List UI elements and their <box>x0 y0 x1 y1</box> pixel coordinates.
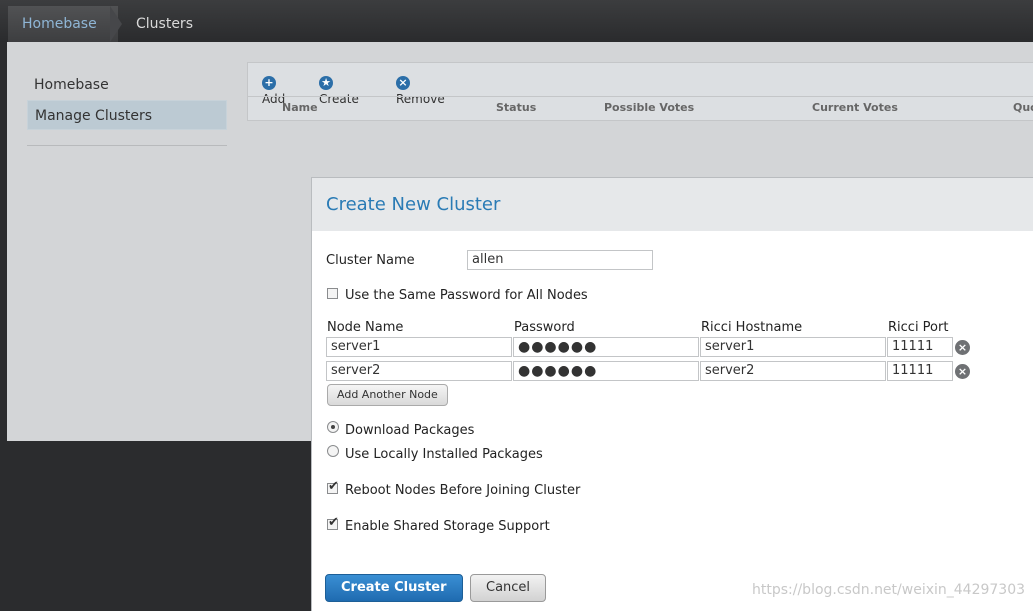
download-packages-radio[interactable] <box>327 421 339 433</box>
node2-hostname-input[interactable]: server2 <box>700 361 886 381</box>
local-packages-label: Use Locally Installed Packages <box>345 447 543 462</box>
star-icon: ★ <box>319 76 333 90</box>
node1-port-input[interactable]: 11111 <box>887 337 953 357</box>
top-bar: Homebase Clusters <box>0 0 1033 42</box>
column-current-votes[interactable]: Current Votes <box>812 97 898 119</box>
node1-hostname-input[interactable]: server1 <box>700 337 886 357</box>
shared-storage-checkbox[interactable] <box>327 515 339 530</box>
table-header: Name Status Possible Votes Current Votes… <box>248 96 1033 119</box>
create-cluster-dialog: Create New Cluster Cluster Name allen Us… <box>311 177 1033 611</box>
same-password-label: Use the Same Password for All Nodes <box>345 288 588 303</box>
ricci-hostname-header: Ricci Hostname <box>701 320 803 335</box>
reboot-nodes-label: Reboot Nodes Before Joining Cluster <box>345 483 581 498</box>
shared-storage-label: Enable Shared Storage Support <box>345 519 550 534</box>
node1-name-input[interactable]: server1 <box>326 337 512 357</box>
ricci-port-header: Ricci Port <box>888 320 949 335</box>
remove-button[interactable]: ×Remove <box>396 71 445 106</box>
password-header: Password <box>514 320 575 335</box>
add-button[interactable]: +Add <box>262 71 285 106</box>
plus-icon: + <box>262 76 276 90</box>
column-quorum[interactable]: Quo <box>1013 97 1033 119</box>
node1-password-input[interactable]: ●●●●●● <box>513 337 699 357</box>
node2-port-input[interactable]: 11111 <box>887 361 953 381</box>
column-name[interactable]: Name <box>282 97 318 119</box>
breadcrumb-clusters: Clusters <box>136 16 193 32</box>
column-status[interactable]: Status <box>496 97 536 119</box>
create-button[interactable]: ★Create <box>319 71 359 106</box>
cancel-button[interactable]: Cancel <box>470 574 547 602</box>
download-packages-label: Download Packages <box>345 423 475 438</box>
node-name-header: Node Name <box>327 320 404 335</box>
same-password-checkbox[interactable] <box>327 288 338 299</box>
sidebar-item-label: Manage Clusters <box>35 108 153 124</box>
dialog-title: Create New Cluster <box>326 194 501 215</box>
local-packages-radio[interactable] <box>327 445 339 457</box>
create-cluster-button[interactable]: Create Cluster <box>325 574 463 602</box>
breadcrumb-separator <box>110 6 122 42</box>
sidebar-item-label: Homebase <box>34 77 109 93</box>
cluster-name-input[interactable]: allen <box>467 250 653 270</box>
sidebar-item-homebase[interactable]: Homebase <box>27 70 227 100</box>
cluster-name-label: Cluster Name <box>326 253 415 268</box>
remove-node2-icon[interactable]: × <box>955 364 970 379</box>
add-another-node-button[interactable]: Add Another Node <box>327 384 448 406</box>
node2-name-input[interactable]: server2 <box>326 361 512 381</box>
reboot-nodes-checkbox[interactable] <box>327 479 339 494</box>
sidebar-divider <box>27 145 227 146</box>
watermark: https://blog.csdn.net/weixin_44297303 <box>752 582 1026 598</box>
clusters-panel: +Add ★Create ×Remove Name Status Possibl… <box>247 62 1033 121</box>
remove-icon: × <box>396 76 410 90</box>
node2-password-input[interactable]: ●●●●●● <box>513 361 699 381</box>
breadcrumb-homebase[interactable]: Homebase <box>8 6 118 42</box>
sidebar-item-manage-clusters[interactable]: Manage Clusters <box>27 100 227 130</box>
column-possible-votes[interactable]: Possible Votes <box>604 97 694 119</box>
dialog-header: Create New Cluster <box>312 178 1033 231</box>
remove-node1-icon[interactable]: × <box>955 340 970 355</box>
breadcrumb-homebase-label[interactable]: Homebase <box>22 16 97 32</box>
